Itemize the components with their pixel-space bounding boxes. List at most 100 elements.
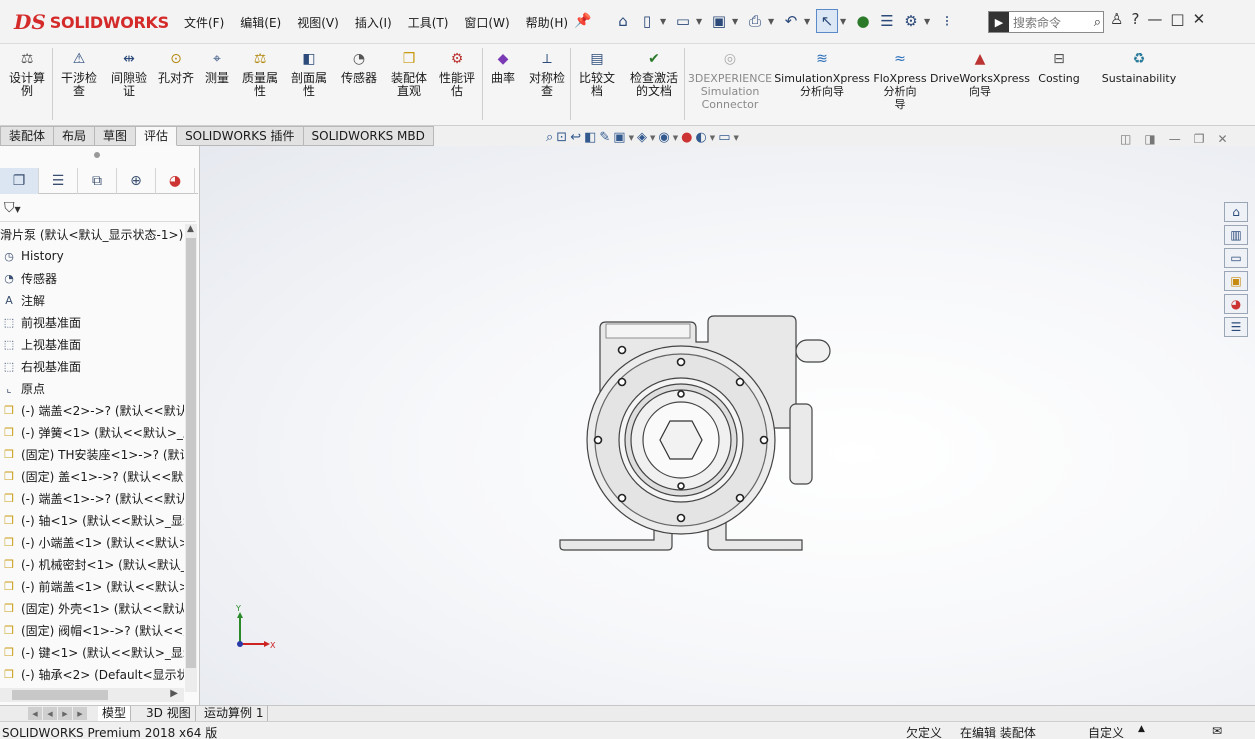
close-icon[interactable]: ✕ <box>1193 10 1206 28</box>
viewport-restore-icon[interactable]: ❐ <box>1194 132 1205 146</box>
tree-vertical-scrollbar[interactable]: ▲ <box>185 224 197 692</box>
tree-item[interactable]: ❒ (固定) 阀帽<1>->? (默认<<默 <box>0 619 184 641</box>
previous-view-icon[interactable]: ↩ <box>570 130 581 145</box>
tree-item[interactable]: ❒ (-) 端盖<1>->? (默认<<默认 <box>0 487 184 509</box>
menu-window[interactable]: 窗口(W) <box>456 12 517 33</box>
help-icon[interactable]: ? <box>1131 10 1139 28</box>
tree-item[interactable]: ❒ (固定) 外壳<1> (默认<<默认: <box>0 597 184 619</box>
print-dropdown-icon[interactable]: ▼ <box>768 17 778 26</box>
tab-layout[interactable]: 布局 <box>54 126 96 146</box>
file-properties-icon[interactable]: ☰ <box>876 9 898 33</box>
more-icon[interactable]: ⁝ <box>936 9 958 33</box>
tree-item[interactable]: ⌞ 原点 <box>0 377 184 399</box>
hole-alignment-button[interactable]: ⊙ 孔对齐 <box>154 48 198 85</box>
compare-documents-button[interactable]: ▤ 比较文 档 <box>574 48 620 98</box>
configuration-manager-tab-icon[interactable]: ⧉ <box>78 168 117 194</box>
options-dropdown-icon[interactable]: ▼ <box>924 17 934 26</box>
menu-tools[interactable]: 工具(T) <box>400 12 457 33</box>
mass-properties-button[interactable]: ⚖ 质量属 性 <box>238 48 282 98</box>
menu-edit[interactable]: 编辑(E) <box>232 12 289 33</box>
sustainability-button[interactable]: ♻ Sustainability <box>1102 48 1176 85</box>
performance-evaluation-button[interactable]: ⚙ 性能评 估 <box>434 48 480 98</box>
design-library-icon[interactable]: ▥ <box>1224 225 1248 245</box>
zoom-to-fit-icon[interactable]: ⌕ <box>546 130 553 145</box>
tree-item[interactable]: ❒ (固定) 盖<1>->? (默认<<默认 <box>0 465 184 487</box>
appearances-scenes-icon[interactable]: ◕ <box>1224 294 1248 314</box>
tree-item[interactable]: ◷ History <box>0 245 184 267</box>
tab-solidworks-addins[interactable]: SOLIDWORKS 插件 <box>177 126 304 146</box>
simulationxpress-button[interactable]: ≋ SimulationXpress 分析向导 <box>774 48 870 98</box>
menu-file[interactable]: 文件(F) <box>176 12 232 33</box>
edit-appearance-icon[interactable]: ● <box>681 130 692 145</box>
undo-icon[interactable]: ↶ <box>780 9 802 33</box>
quick-tips-icon[interactable]: ✉ <box>1212 724 1222 738</box>
file-explorer-icon[interactable]: ▭ <box>1224 248 1248 268</box>
tree-item[interactable]: ❒ (-) 小端盖<1> (默认<<默认>_ <box>0 531 184 553</box>
design-study-button[interactable]: ⚖ 设计算 例 <box>6 48 48 98</box>
pin-icon[interactable]: 📌 <box>574 13 591 29</box>
3dexperience-button[interactable]: ◎ 3DEXPERIENCE Simulation Connector <box>688 48 772 111</box>
tree-item[interactable]: ❒ (-) 端盖<2>->? (默认<<默认 <box>0 399 184 421</box>
maximize-icon[interactable]: □ <box>1170 10 1184 28</box>
view-palette-icon[interactable]: ▣ <box>1224 271 1248 291</box>
open-dropdown-icon[interactable]: ▼ <box>696 17 706 26</box>
section-view-icon[interactable]: ◧ <box>584 130 596 145</box>
scroll-thumb[interactable] <box>186 238 196 668</box>
solidworks-logo[interactable]: DS SOLIDWORKS <box>0 0 169 44</box>
custom-properties-icon[interactable]: ☰ <box>1224 317 1248 337</box>
floxpress-button[interactable]: ≈ FloXpress 分析向 导 <box>872 48 928 111</box>
tree-item[interactable]: ❒ (-) 键<1> (默认<<默认>_显示 <box>0 641 184 663</box>
tree-horizontal-scrollbar[interactable]: ▶ <box>0 688 184 702</box>
tree-item[interactable]: ❒ (-) 轴<1> (默认<<默认>_显示 <box>0 509 184 531</box>
rebuild-icon[interactable]: ● <box>852 9 874 33</box>
tree-item[interactable]: ❒ (固定) TH安装座<1>->? (默认 <box>0 443 184 465</box>
measure-button[interactable]: ⌖ 测量 <box>202 48 232 85</box>
prev-tab-icon[interactable]: ◀ <box>43 707 57 720</box>
open-icon[interactable]: ▭ <box>672 9 694 33</box>
dimxpert-manager-tab-icon[interactable]: ⊕ <box>117 168 156 194</box>
section-properties-button[interactable]: ◧ 剖面属 性 <box>286 48 332 98</box>
clearance-button[interactable]: ⇹ 间隙验 证 <box>106 48 152 98</box>
tab-evaluate[interactable]: 评估 <box>136 126 178 146</box>
display-style-icon[interactable]: ◈ <box>637 130 647 145</box>
property-manager-tab-icon[interactable]: ☰ <box>39 168 78 194</box>
scroll-up-icon[interactable]: ▲ <box>187 224 194 234</box>
tab-3d-view[interactable]: 3D 视图 <box>142 706 196 722</box>
first-tab-icon[interactable]: ◀ <box>28 707 42 720</box>
viewport-expand-icon[interactable]: ◨ <box>1144 132 1155 146</box>
minimize-icon[interactable]: — <box>1147 10 1162 28</box>
select-icon[interactable]: ↖ <box>816 9 838 33</box>
tab-assembly[interactable]: 装配体 <box>0 126 55 146</box>
tab-motion-study[interactable]: 运动算例 1 <box>200 706 269 722</box>
tab-model[interactable]: 模型 <box>98 706 132 722</box>
new-document-icon[interactable]: ▯ <box>636 9 658 33</box>
search-input[interactable]: 搜索命令 <box>1009 14 1094 31</box>
new-dropdown-icon[interactable]: ▼ <box>660 17 670 26</box>
tree-root[interactable]: 滑片泵 (默认<默认_显示状态-1>) <box>0 223 184 245</box>
driveworksxpress-button[interactable]: ▲ DriveWorksXpress 向导 <box>930 48 1030 98</box>
symmetry-check-button[interactable]: ⟂ 对称检 查 <box>524 48 570 98</box>
tree-item[interactable]: ❒ (-) 轴承<2> (Default<显示状 <box>0 663 184 685</box>
solidworks-resources-icon[interactable]: ⌂ <box>1224 202 1248 222</box>
view-settings-icon[interactable]: ▭ <box>718 130 730 145</box>
tree-item[interactable]: ◔ 传感器 <box>0 267 184 289</box>
pump-model-front-view[interactable] <box>550 308 850 568</box>
tab-solidworks-mbd[interactable]: SOLIDWORKS MBD <box>303 126 434 146</box>
dynamic-annotation-icon[interactable]: ✎ <box>599 130 610 145</box>
tree-item[interactable]: ⬚ 前视基准面 <box>0 311 184 333</box>
hide-show-items-icon[interactable]: ◉ <box>658 130 669 145</box>
user-icon[interactable]: ♙ <box>1110 10 1123 28</box>
graphics-area[interactable]: Y X ⌂ ▥ ▭ ▣ ◕ ☰ <box>200 146 1255 706</box>
options-icon[interactable]: ⚙ <box>900 9 922 33</box>
apply-scene-icon[interactable]: ◐ <box>695 130 706 145</box>
viewport-collapse-icon[interactable]: ◫ <box>1120 132 1131 146</box>
print-icon[interactable]: ⎙ <box>744 9 766 33</box>
tree-item[interactable]: ⬚ 右视基准面 <box>0 355 184 377</box>
check-active-document-button[interactable]: ✔ 检查激活 的文档 <box>624 48 684 98</box>
costing-button[interactable]: ⊟ Costing <box>1034 48 1084 85</box>
units-status[interactable]: 自定义 <box>1088 724 1124 739</box>
assembly-visualization-button[interactable]: ❒ 装配体 直观 <box>386 48 432 98</box>
menu-help[interactable]: 帮助(H) <box>518 12 576 33</box>
panel-grip-handle[interactable] <box>94 152 100 158</box>
menu-view[interactable]: 视图(V) <box>289 12 347 33</box>
